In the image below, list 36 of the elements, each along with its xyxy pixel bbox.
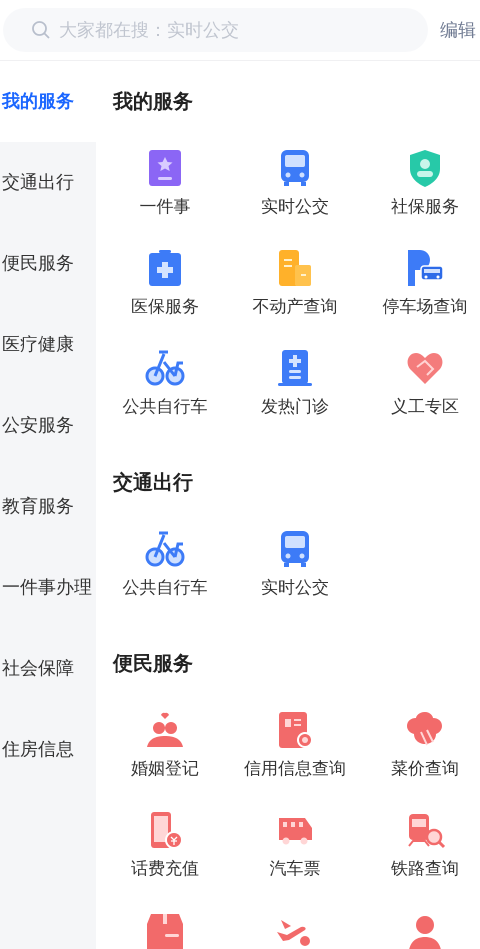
service-item[interactable]: 实时公交	[261, 194, 329, 220]
service-item[interactable]: 发热门诊	[261, 394, 329, 420]
sidebar-item[interactable]: 便民服务	[0, 223, 96, 304]
couple-heart-icon	[145, 710, 185, 750]
sidebar-item[interactable]: 我的服务	[0, 61, 96, 142]
bicycle-icon	[145, 348, 185, 388]
service-item[interactable]: 公共自行车	[122, 575, 208, 600]
section-title: 便民服务	[113, 652, 193, 676]
section-title: 我的服务	[113, 90, 193, 114]
service-item[interactable]: 不动产查询	[252, 294, 338, 320]
service-item[interactable]: 汽车票	[270, 856, 320, 882]
service-item[interactable]: 话费充值	[131, 856, 199, 882]
parking-car-icon	[405, 248, 445, 288]
sidebar-item[interactable]: 医疗健康	[0, 304, 96, 385]
service-item[interactable]: 铁路查询	[391, 856, 459, 882]
service-item[interactable]: 公共自行车	[122, 394, 208, 420]
bicycle-icon	[145, 529, 185, 569]
sidebar-item[interactable]: 教育服务	[0, 466, 96, 547]
sidebar-item[interactable]: 住房信息	[0, 709, 96, 790]
sidebar-item[interactable]: 交通出行	[0, 142, 96, 223]
service-item[interactable]: 实时公交	[261, 575, 329, 600]
search-icon	[31, 20, 51, 40]
service-item[interactable]: 医保服务	[131, 294, 199, 320]
service-item[interactable]: 婚姻登记	[131, 756, 199, 782]
sidebar-item[interactable]: 公安服务	[0, 385, 96, 466]
sidebar-item[interactable]: 一件事办理	[0, 547, 96, 628]
service-item[interactable]: 信用信息查询	[244, 756, 346, 782]
service-item[interactable]: 社保服务	[391, 194, 459, 220]
sidebar-item[interactable]: 社会保障	[0, 628, 96, 709]
edit-button[interactable]: 编辑	[440, 16, 476, 44]
service-item[interactable]: 一件事	[140, 194, 190, 220]
service-item[interactable]: 义工专区	[391, 394, 459, 420]
service-item[interactable]: 停车场查询	[382, 294, 468, 320]
section-title: 交通出行	[113, 470, 193, 496]
service-item[interactable]: 菜价查询	[391, 756, 459, 782]
hospital-icon	[275, 348, 315, 388]
